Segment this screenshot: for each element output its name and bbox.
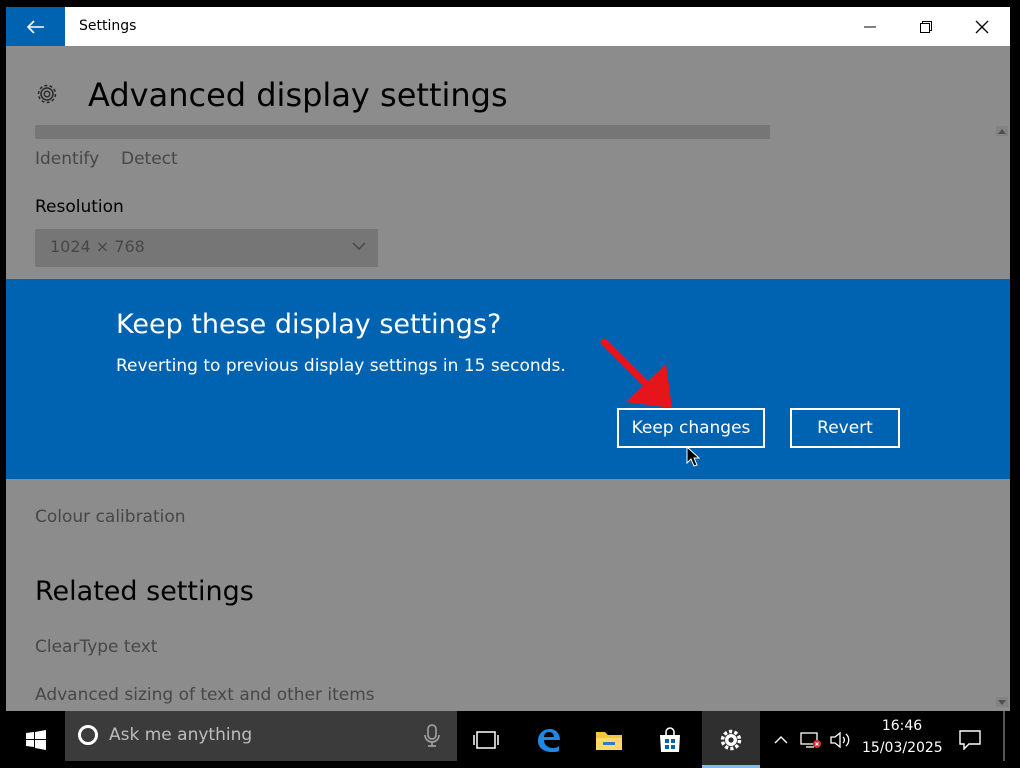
restore-button[interactable]: [898, 7, 954, 46]
settings-icon: [720, 729, 742, 750]
close-icon: [975, 20, 989, 33]
start-button[interactable]: [8, 711, 64, 768]
close-button[interactable]: [954, 7, 1010, 46]
action-center-icon: [959, 729, 981, 750]
network-icon: [800, 731, 821, 748]
show-hidden-icons-button[interactable]: [768, 711, 794, 768]
network-button[interactable]: [798, 711, 824, 768]
show-desktop-button[interactable]: [1003, 711, 1005, 761]
restore-icon: [920, 20, 932, 33]
settings-taskbar-button[interactable]: [702, 711, 760, 768]
dialog-message: Reverting to previous display settings i…: [116, 356, 566, 376]
search-placeholder: Ask me anything: [109, 725, 253, 745]
volume-button[interactable]: [826, 711, 854, 768]
edge-button[interactable]: [520, 711, 576, 768]
task-view-button[interactable]: [458, 711, 514, 768]
taskbar: Ask me anything 16:46 15/03/2025: [0, 711, 1020, 768]
clock-date: 15/03/2025: [862, 740, 943, 756]
system-clock[interactable]: 16:46 15/03/2025: [862, 715, 943, 759]
minimize-icon: [864, 26, 876, 27]
mouse-cursor-icon: [686, 446, 700, 467]
chevron-up-icon: [774, 736, 788, 744]
edge-icon: [538, 728, 560, 752]
action-center-button[interactable]: [946, 711, 994, 768]
back-button[interactable]: [6, 7, 65, 46]
file-explorer-icon: [596, 731, 622, 750]
window-title: Settings: [79, 18, 137, 34]
keep-settings-dialog: Keep these display settings? Reverting t…: [6, 279, 1010, 479]
cortana-icon: [78, 725, 98, 745]
file-explorer-button[interactable]: [581, 711, 637, 768]
task-view-icon: [473, 730, 499, 749]
microphone-icon[interactable]: [423, 724, 441, 748]
store-button[interactable]: [642, 711, 698, 768]
windows-start-icon: [26, 729, 46, 750]
cortana-search-box[interactable]: Ask me anything: [65, 711, 457, 761]
title-bar: Settings: [6, 7, 1010, 46]
back-arrow-icon: [26, 19, 44, 34]
volume-icon: [830, 731, 850, 748]
minimize-button[interactable]: [842, 7, 898, 46]
clock-time: 16:46: [881, 718, 923, 734]
annotation-arrow-icon: [600, 338, 672, 408]
dialog-title: Keep these display settings?: [116, 309, 502, 340]
settings-window: Settings Advanced display settings Ident…: [6, 7, 1010, 711]
store-icon: [660, 726, 680, 752]
revert-button[interactable]: Revert: [790, 408, 900, 448]
